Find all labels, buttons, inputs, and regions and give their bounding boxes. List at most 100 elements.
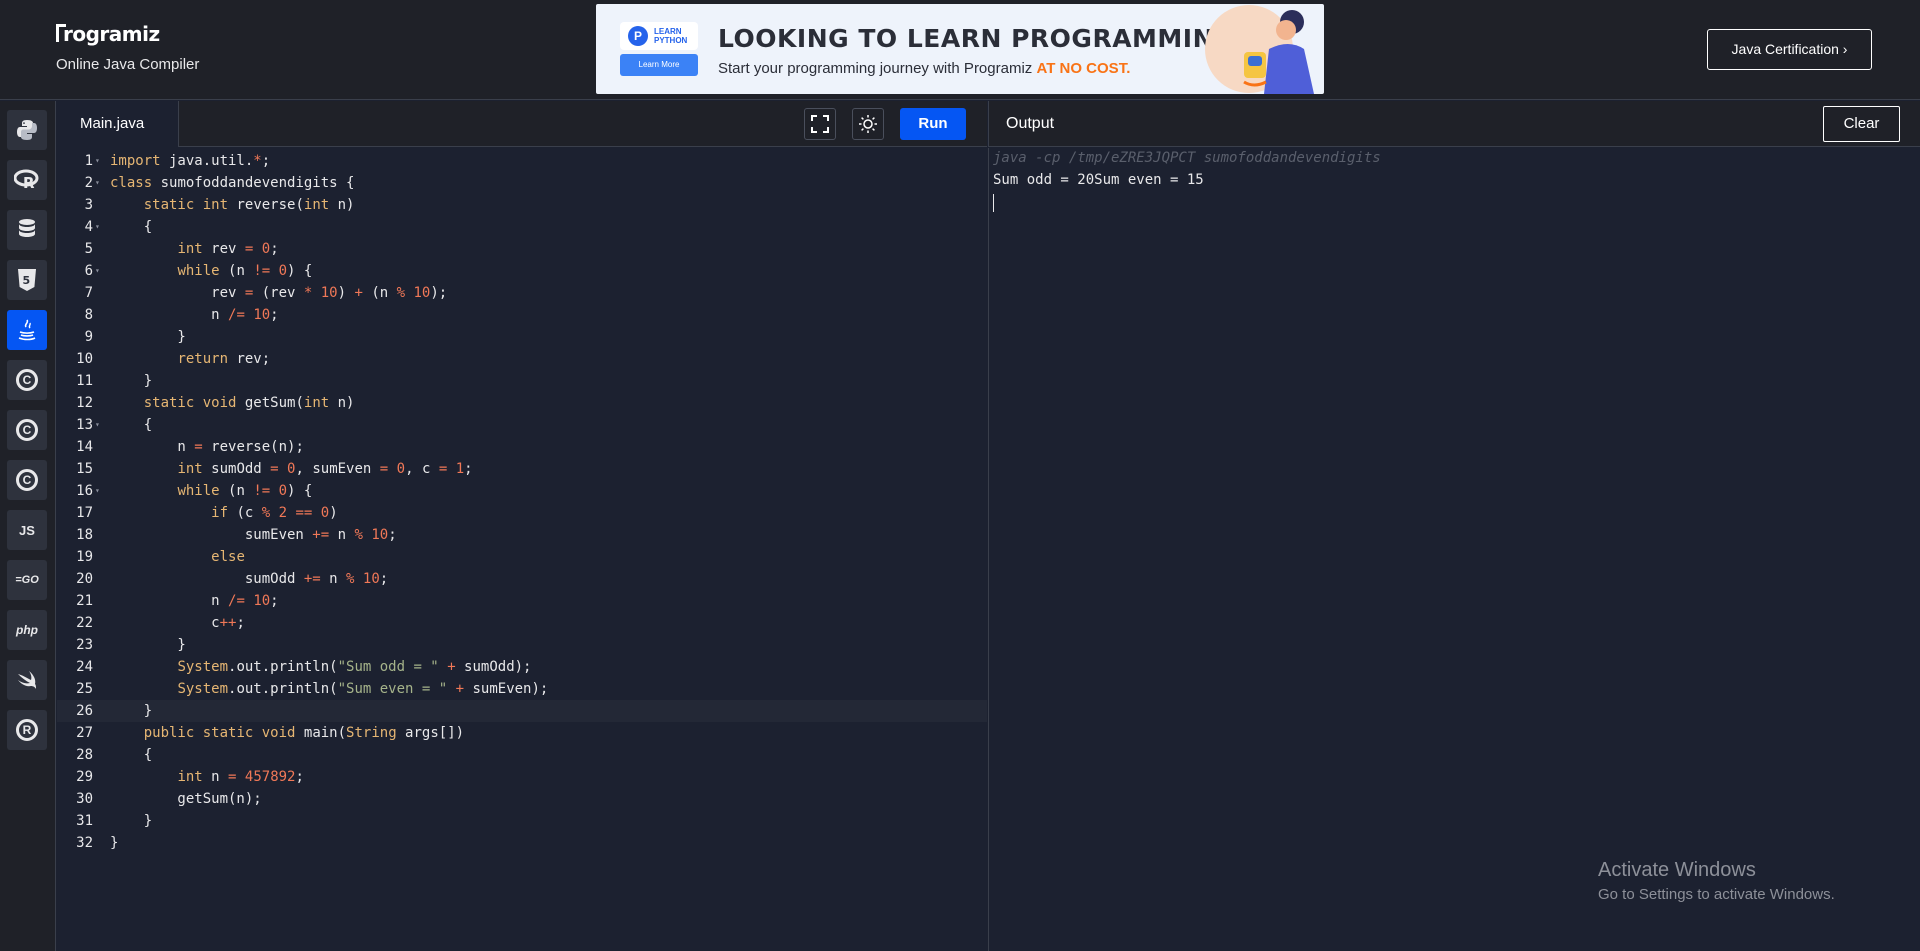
code-line[interactable]: 28 {: [57, 744, 987, 766]
code-line[interactable]: 1 ▾ import java.util.*;: [57, 150, 987, 172]
sidebar-item-rust[interactable]: R: [7, 710, 47, 750]
line-number: 15: [76, 461, 93, 477]
code-line[interactable]: 14 n = reverse(n);: [57, 436, 987, 458]
fold-arrow-icon[interactable]: ▾: [95, 260, 100, 282]
code-line[interactable]: 6 ▾ while (n != 0) {: [57, 260, 987, 282]
ad-learn-more-button[interactable]: Learn More: [620, 54, 698, 76]
code-text: else: [211, 549, 245, 565]
code-text: int sumOdd = 0, sumEven = 0, c = 1;: [177, 461, 473, 477]
code-line[interactable]: 18 sumEven += n % 10;: [57, 524, 987, 546]
language-sidebar: R 5 C C C JS =GO php R: [0, 101, 56, 951]
code-line[interactable]: 2 ▾ class sumofoddandevendigits {: [57, 172, 987, 194]
code-line[interactable]: 29 int n = 457892;: [57, 766, 987, 788]
code-line[interactable]: 16 ▾ while (n != 0) {: [57, 480, 987, 502]
line-number: 2: [84, 175, 93, 191]
code-text: }: [110, 703, 153, 719]
code-line[interactable]: 25 System.out.println("Sum even = " + su…: [57, 678, 987, 700]
code-text: {: [110, 747, 153, 763]
code-line[interactable]: 24 System.out.println("Sum odd = " + sum…: [57, 656, 987, 678]
code-text: {: [110, 219, 153, 235]
code-line[interactable]: 7 rev = (rev * 10) + (n % 10);: [57, 282, 987, 304]
line-number: 6: [84, 263, 93, 279]
code-text: import java.util.*;: [110, 153, 271, 169]
code-line[interactable]: 8 n /= 10;: [57, 304, 987, 326]
code-line[interactable]: 26 }: [57, 700, 987, 722]
code-text: public static void main(String args[]): [143, 725, 465, 741]
code-line[interactable]: 5 int rev = 0;: [57, 238, 987, 260]
code-text: getSum(n);: [110, 791, 262, 807]
line-number: 27: [76, 725, 93, 741]
sidebar-item-html[interactable]: 5: [7, 260, 47, 300]
fullscreen-button[interactable]: [804, 108, 836, 140]
file-tab-main-java[interactable]: Main.java: [57, 101, 179, 147]
code-line[interactable]: 3 static int reverse(int n): [57, 194, 987, 216]
svg-text:5: 5: [23, 274, 31, 287]
code-line[interactable]: 22 c++;: [57, 612, 987, 634]
code-line[interactable]: 4 ▾ {: [57, 216, 987, 238]
code-line[interactable]: 19 else: [57, 546, 987, 568]
line-number: 3: [84, 197, 93, 213]
code-line[interactable]: 30 getSum(n);: [57, 788, 987, 810]
fold-arrow-icon[interactable]: ▾: [95, 150, 100, 172]
code-line[interactable]: 31 }: [57, 810, 987, 832]
clear-button[interactable]: Clear: [1823, 106, 1900, 142]
sidebar-item-c[interactable]: C: [7, 360, 47, 400]
programiz-p-icon: P: [628, 26, 648, 46]
code-line[interactable]: 9 }: [57, 326, 987, 348]
sidebar-item-sql[interactable]: [7, 210, 47, 250]
js-icon: JS: [19, 522, 35, 538]
java-certification-button[interactable]: Java Certification ›: [1707, 29, 1872, 70]
code-line[interactable]: 23 }: [57, 634, 987, 656]
theme-toggle-button[interactable]: [852, 108, 884, 140]
fold-arrow-icon[interactable]: ▾: [95, 414, 100, 436]
code-text: System.out.println("Sum odd = " + sumOdd…: [177, 659, 532, 675]
code-line[interactable]: 17 if (c % 2 == 0): [57, 502, 987, 524]
sidebar-item-python[interactable]: [7, 110, 47, 150]
code-line[interactable]: 13 ▾ {: [57, 414, 987, 436]
cpp-icon: C: [16, 419, 38, 441]
sidebar-item-csharp[interactable]: C: [7, 460, 47, 500]
svg-text:R: R: [23, 174, 35, 191]
sidebar-item-cpp[interactable]: C: [7, 410, 47, 450]
sun-icon: [859, 115, 877, 133]
output-console[interactable]: java -cp /tmp/eZRE3JQPCT sumofoddandeven…: [988, 148, 1920, 951]
fold-arrow-icon[interactable]: ▾: [95, 172, 100, 194]
code-text: n = reverse(n);: [110, 439, 304, 455]
code-line[interactable]: 15 int sumOdd = 0, sumEven = 0, c = 1;: [57, 458, 987, 480]
sidebar-item-php[interactable]: php: [7, 610, 47, 650]
programiz-logo[interactable]: rogramiz: [56, 22, 160, 46]
line-number: 1: [84, 153, 93, 169]
line-number: 11: [76, 373, 93, 389]
watermark-subtitle: Go to Settings to activate Windows.: [1598, 886, 1835, 903]
line-number: 21: [76, 593, 93, 609]
code-editor[interactable]: 1 ▾ import java.util.*; 2 ▾ class sumofoddand…: [57, 148, 987, 951]
code-text: while (n != 0) {: [177, 483, 313, 499]
code-line[interactable]: 12 static void getSum(int n): [57, 392, 987, 414]
sidebar-item-r[interactable]: R: [7, 160, 47, 200]
line-number: 5: [84, 241, 93, 257]
line-number: 26: [76, 703, 93, 719]
code-line[interactable]: 20 sumOdd += n % 10;: [57, 568, 987, 590]
sidebar-item-go[interactable]: =GO: [7, 560, 47, 600]
watermark-title: Activate Windows: [1598, 859, 1756, 881]
windows-activation-watermark: Activate Windows Go to Settings to activ…: [1598, 859, 1835, 903]
ad-badge: P LEARN PYTHON: [620, 22, 698, 50]
code-line[interactable]: 11 }: [57, 370, 987, 392]
code-line[interactable]: 10 return rev;: [57, 348, 987, 370]
output-toolbar: Output Clear: [988, 101, 1920, 147]
r-icon: R: [14, 169, 39, 191]
sidebar-item-js[interactable]: JS: [7, 510, 47, 550]
sidebar-item-swift[interactable]: [7, 660, 47, 700]
python-icon: [17, 120, 37, 140]
code-line[interactable]: 32}: [57, 832, 987, 854]
fold-arrow-icon[interactable]: ▾: [95, 216, 100, 238]
output-result: Sum odd = 20Sum even = 15: [993, 172, 1204, 188]
sidebar-item-java[interactable]: [7, 310, 47, 350]
ad-tagline: Start your programming journey with Prog…: [718, 60, 1130, 77]
code-line[interactable]: 21 n /= 10;: [57, 590, 987, 612]
code-line[interactable]: 27 public static void main(String args[]…: [57, 722, 987, 744]
run-button[interactable]: Run: [900, 108, 966, 140]
ad-banner[interactable]: P LEARN PYTHON Learn More LOOKING TO LEA…: [596, 4, 1324, 94]
fold-arrow-icon[interactable]: ▾: [95, 480, 100, 502]
line-number: 4: [84, 219, 93, 235]
